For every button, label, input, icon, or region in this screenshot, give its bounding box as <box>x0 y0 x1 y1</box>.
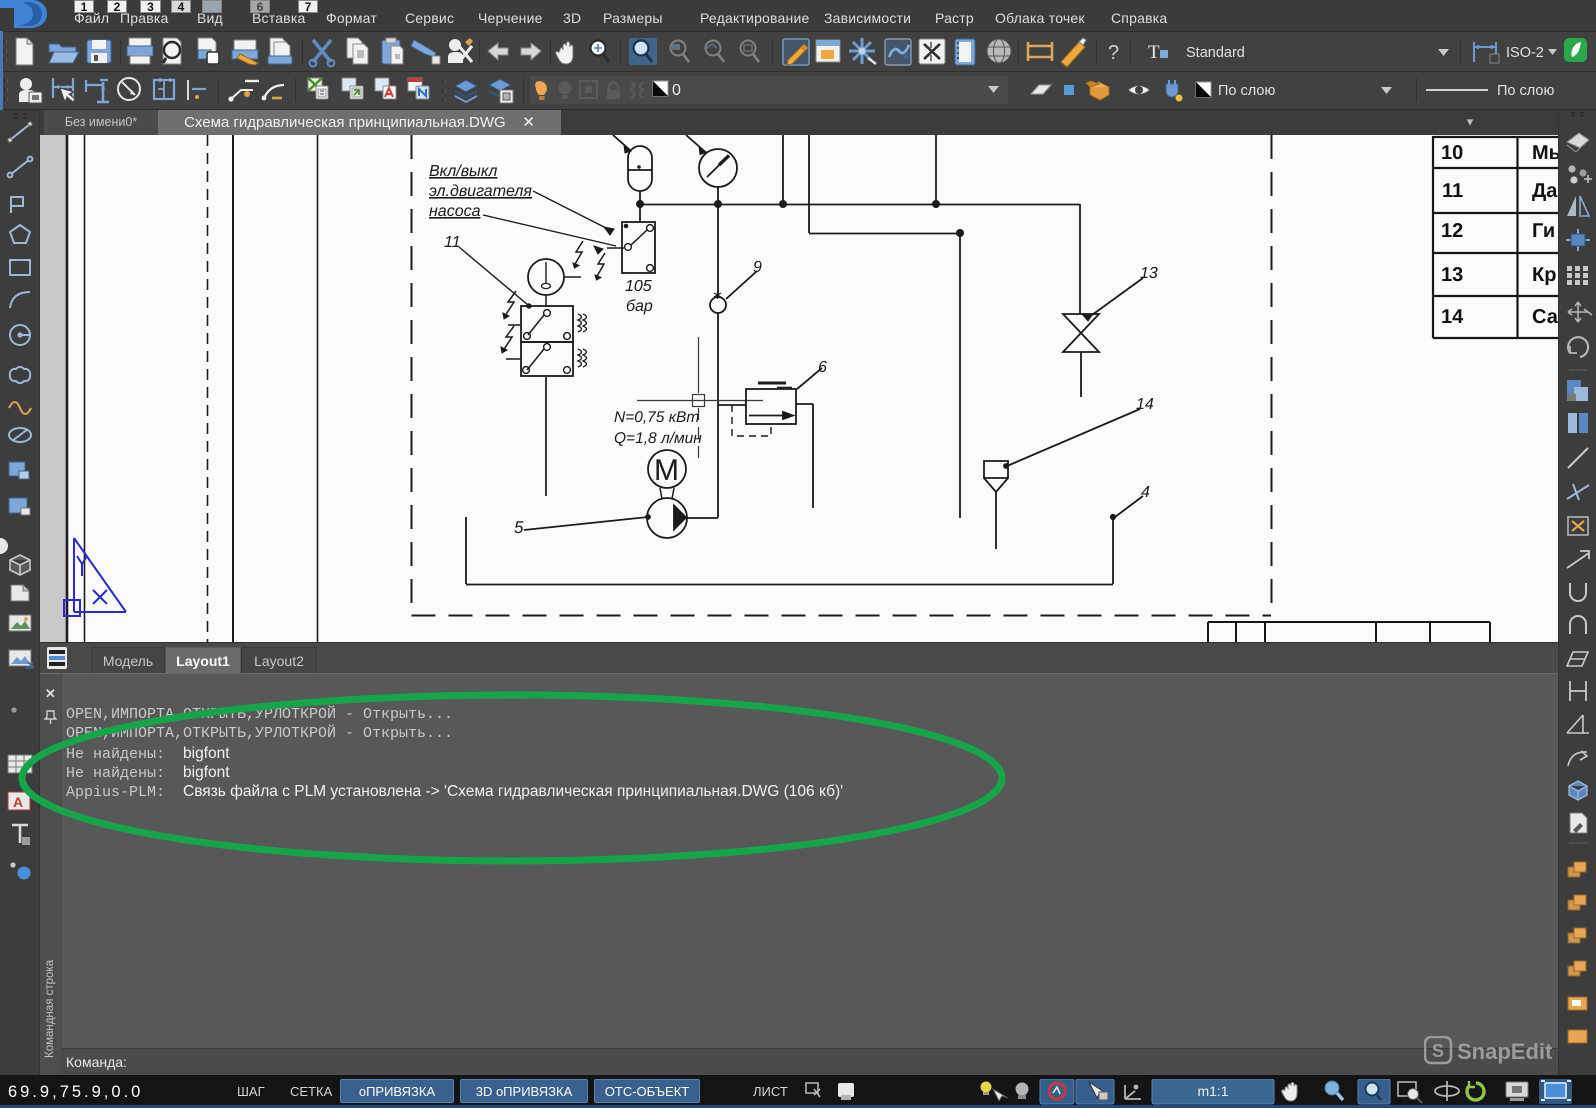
svg-text:По слою: По слою <box>1218 83 1275 99</box>
svg-text:бар: бар <box>626 298 653 315</box>
svg-text:Да: Да <box>1532 180 1558 202</box>
svg-text:эл.двигателя: эл.двигателя <box>429 183 532 200</box>
svg-text:13: 13 <box>1140 265 1158 282</box>
svg-text:T: T <box>1148 42 1160 63</box>
svg-text:Standard: Standard <box>1186 45 1245 61</box>
svg-text:12: 12 <box>1441 220 1463 242</box>
svg-text:SnapEdit: SnapEdit <box>1457 1039 1553 1064</box>
svg-text:насоса: насоса <box>429 203 481 220</box>
svg-text:14: 14 <box>1136 396 1154 413</box>
svg-text:0: 0 <box>672 82 681 99</box>
svg-text:13: 13 <box>1441 264 1463 286</box>
svg-text:Кр: Кр <box>1532 264 1556 286</box>
svg-text:Вкл/выкл: Вкл/выкл <box>429 163 497 180</box>
svg-text:A: A <box>13 794 23 810</box>
svg-text:6: 6 <box>818 359 827 376</box>
svg-text:11: 11 <box>444 234 461 251</box>
svg-text:10: 10 <box>1441 142 1463 164</box>
svg-text:Ги: Ги <box>1532 220 1555 242</box>
svg-text:S: S <box>1432 1041 1444 1061</box>
svg-text:11: 11 <box>1442 180 1463 202</box>
svg-text:m1:1: m1:1 <box>1197 1083 1228 1099</box>
svg-text:Са: Са <box>1532 306 1558 328</box>
svg-text:9: 9 <box>753 259 762 276</box>
svg-text:По слою: По слою <box>1497 83 1554 99</box>
svg-text:5: 5 <box>514 518 524 537</box>
svg-text:14: 14 <box>1441 306 1464 328</box>
svg-text:?: ? <box>1108 42 1119 64</box>
svg-text:N=0,75 кВт: N=0,75 кВт <box>614 409 699 426</box>
svg-text:Q=1,8 л/мин: Q=1,8 л/мин <box>614 430 702 447</box>
svg-text:M: M <box>654 454 679 487</box>
svg-text:ISO-2: ISO-2 <box>1506 45 1544 61</box>
svg-text:105: 105 <box>625 278 652 295</box>
svg-text:Мы: Мы <box>1532 142 1558 164</box>
svg-text:4: 4 <box>1141 484 1150 501</box>
